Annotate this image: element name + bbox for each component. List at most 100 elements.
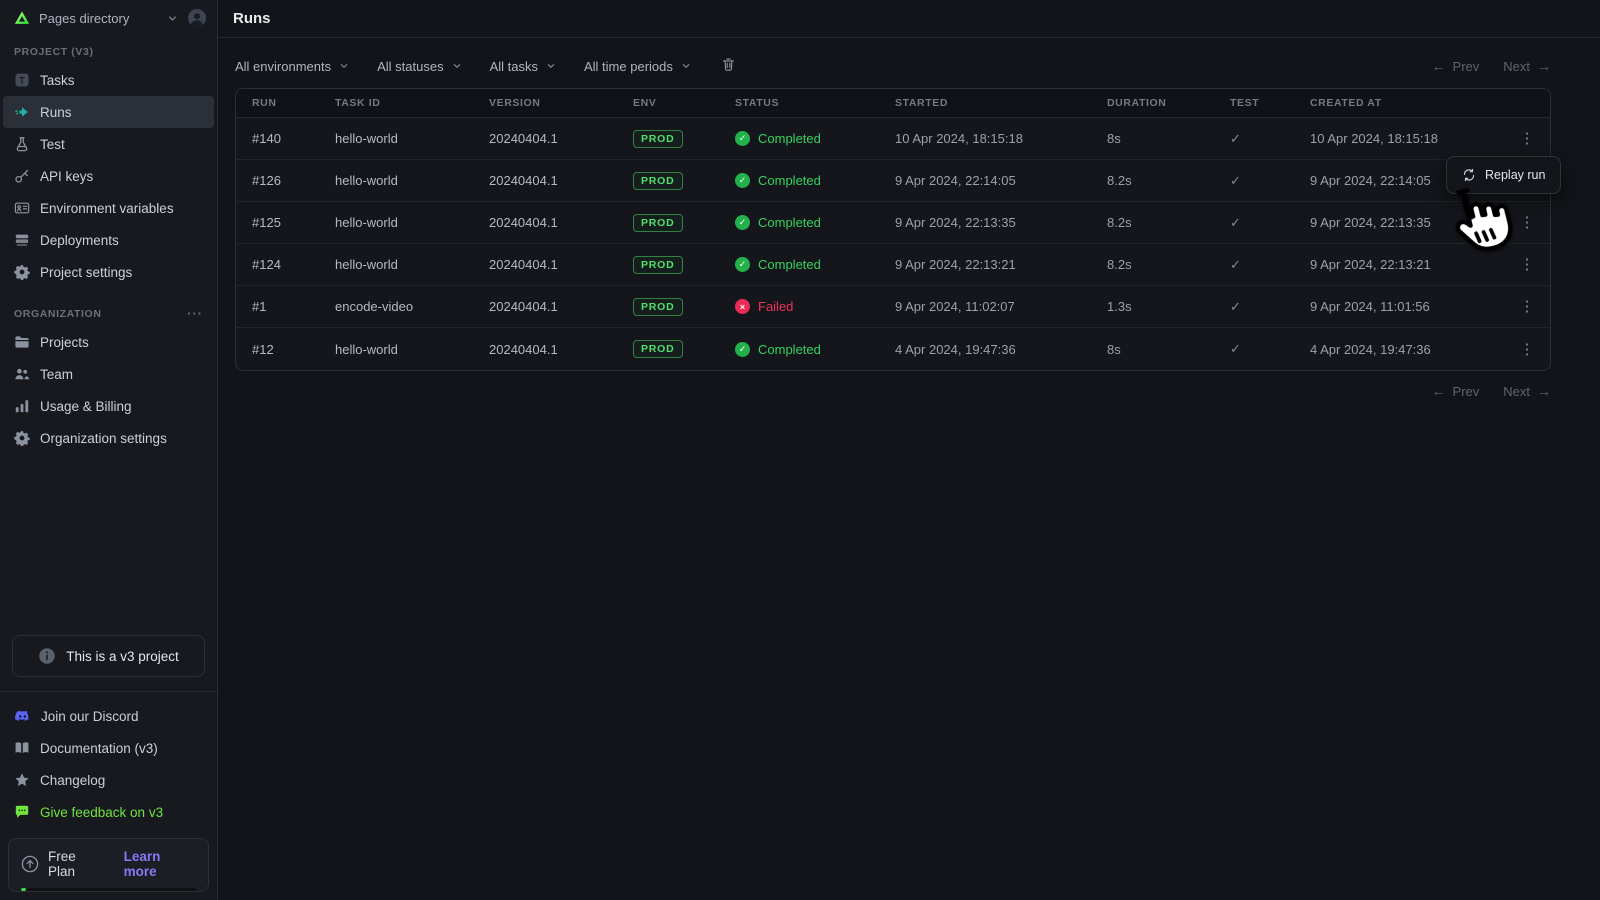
row-menu-button[interactable]: ⋮ — [1514, 127, 1541, 150]
trash-icon — [721, 57, 736, 72]
duration: 8.2s — [1107, 215, 1132, 230]
sidebar-item-organization-settings[interactable]: Organization settings — [3, 422, 214, 454]
table-row[interactable]: #125 hello-world 20240404.1 PROD ✓ Completed 9… — [236, 202, 1550, 244]
filter-label: All tasks — [489, 58, 538, 74]
env-cell: PROD — [633, 171, 735, 190]
sidebar-link-feedback[interactable]: Give feedback on v3 — [0, 796, 217, 828]
prev-button[interactable]: ← Prev — [1432, 383, 1480, 399]
table-header-row: RUN TASK ID VERSION ENV STATUS STARTED DURATIO… — [236, 89, 1550, 118]
filter-all-statuses[interactable]: All statuses — [377, 59, 462, 74]
test-cell: ✓ — [1230, 173, 1310, 189]
status-success-icon: ✓ — [735, 341, 750, 357]
clear-filters-button[interactable] — [719, 55, 738, 77]
run-number: #125 — [252, 215, 281, 230]
row-menu-button[interactable]: ⋮ — [1514, 295, 1541, 318]
gear-icon — [14, 264, 30, 280]
sidebar-item-label: Tasks — [40, 72, 75, 88]
actions-cell: ⋮ — [1514, 338, 1547, 361]
pagination-bottom: ← Prev Next → — [235, 383, 1551, 399]
app-root: Pages directory PROJECT (V3) T Tasks Runs T… — [0, 0, 1600, 900]
actions-cell: ⋮ — [1514, 211, 1547, 234]
duration: 8.2s — [1107, 257, 1132, 272]
sidebar-item-runs[interactable]: Runs — [3, 96, 214, 128]
column-header: VERSION — [489, 97, 541, 109]
next-button[interactable]: Next → — [1503, 58, 1551, 74]
status-label: Failed — [758, 299, 794, 314]
sidebar-item-label: Environment variables — [40, 200, 174, 216]
runs-table: RUN TASK ID VERSION ENV STATUS STARTED DURATIO… — [235, 88, 1551, 371]
row-menu-button[interactable]: ⋮ — [1514, 338, 1541, 361]
actions-cell: ⋮ — [1514, 253, 1547, 276]
env-badge: PROD — [633, 297, 683, 316]
duration: 8s — [1107, 131, 1121, 146]
next-label: Next — [1503, 383, 1530, 399]
version: 20240404.1 — [489, 341, 558, 357]
task-id: hello-world — [335, 215, 398, 230]
status-label: Completed — [758, 131, 821, 146]
filter-label: All environments — [235, 58, 332, 74]
started-at: 9 Apr 2024, 22:14:05 — [895, 173, 1016, 188]
sidebar-item-team[interactable]: Team — [3, 358, 214, 390]
arrow-left-icon: ← — [1431, 383, 1446, 399]
learn-more-link[interactable]: Learn more — [124, 849, 196, 879]
sidebar-link-discord[interactable]: Join our Discord — [0, 700, 217, 732]
env-cell: PROD — [633, 297, 735, 316]
trigger-logo-icon — [13, 9, 31, 27]
star-icon — [14, 772, 30, 788]
row-menu-button[interactable]: ⋮ — [1514, 211, 1541, 234]
table-body: #140 hello-world 20240404.1 PROD ✓ Completed 1… — [236, 118, 1550, 370]
prev-label: Prev — [1452, 383, 1480, 399]
status-label: Completed — [758, 257, 821, 272]
sidebar-link-label: Changelog — [40, 772, 106, 788]
table-row[interactable]: #124 hello-world 20240404.1 PROD ✓ Completed 9… — [236, 244, 1550, 286]
table-row[interactable]: #140 hello-world 20240404.1 PROD ✓ Completed 1… — [236, 118, 1550, 160]
idcard-icon — [14, 200, 30, 216]
row-menu-button[interactable]: ⋮ — [1514, 253, 1541, 276]
pagination-top: ← Prev Next → — [1432, 58, 1551, 74]
organization-menu-button[interactable]: ··· — [187, 307, 203, 320]
env-cell: PROD — [633, 255, 735, 274]
sidebar-item-project-settings[interactable]: Project settings — [3, 256, 214, 288]
status-error-icon: × — [735, 299, 750, 314]
arrow-right-icon: → — [1537, 58, 1551, 74]
filters: All environments All statuses All tasks All… — [235, 59, 692, 74]
prev-button[interactable]: ← Prev — [1432, 58, 1480, 74]
sidebar-link-documentation[interactable]: Documentation (v3) — [0, 732, 217, 764]
project-nav: T Tasks Runs Test API keys Environment variab… — [0, 64, 217, 288]
actions-cell: ⋮ — [1514, 295, 1547, 318]
sidebar-item-environment-variables[interactable]: Environment variables — [3, 192, 214, 224]
sidebar-link-changelog[interactable]: Changelog — [0, 764, 217, 796]
test-check-icon: ✓ — [1230, 298, 1241, 314]
env-badge: PROD — [633, 171, 683, 190]
env-cell: PROD — [633, 213, 735, 232]
test-cell: ✓ — [1230, 341, 1310, 357]
next-button[interactable]: Next → — [1503, 383, 1551, 399]
status-cell: ✓ Completed — [735, 341, 895, 357]
sidebar-item-test[interactable]: Test — [3, 128, 214, 160]
sidebar-item-usage-billing[interactable]: Usage & Billing — [3, 390, 214, 422]
avatar[interactable] — [187, 8, 207, 28]
version: 20240404.1 — [489, 173, 558, 188]
table-row[interactable]: #12 hello-world 20240404.1 PROD ✓ Completed 4 … — [236, 328, 1550, 370]
filter-all-tasks[interactable]: All tasks — [490, 59, 557, 74]
sidebar-item-deployments[interactable]: Deployments — [3, 224, 214, 256]
test-cell: ✓ — [1230, 215, 1310, 231]
svg-text:T: T — [19, 76, 25, 86]
sidebar-item-projects[interactable]: Projects — [3, 326, 214, 358]
sidebar-link-label: Documentation (v3) — [40, 740, 158, 756]
task-id: hello-world — [335, 341, 398, 357]
workspace-selector[interactable]: Pages directory — [0, 0, 217, 36]
run-number: #124 — [252, 257, 281, 272]
table-row[interactable]: #1 encode-video 20240404.1 PROD × Failed 9 Apr… — [236, 286, 1550, 328]
column-header: RUN — [252, 97, 277, 109]
prev-label: Prev — [1452, 58, 1480, 74]
filter-all-time-periods[interactable]: All time periods — [584, 59, 692, 74]
filter-all-environments[interactable]: All environments — [235, 59, 350, 74]
created-at: 10 Apr 2024, 18:15:18 — [1310, 131, 1438, 146]
sidebar-item-api-keys[interactable]: API keys — [3, 160, 214, 192]
table-row[interactable]: #126 hello-world 20240404.1 PROD ✓ Completed 9… — [236, 160, 1550, 202]
sidebar-item-label: Test — [40, 136, 65, 152]
sidebar-item-label: Projects — [40, 334, 89, 350]
test-check-icon: ✓ — [1230, 172, 1241, 188]
sidebar-item-tasks[interactable]: T Tasks — [3, 64, 214, 96]
